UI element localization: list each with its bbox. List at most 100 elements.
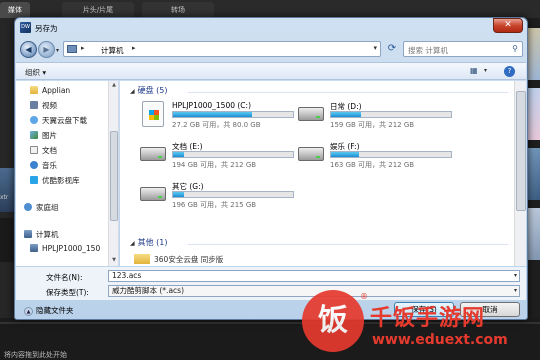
chevron-down-icon[interactable]: ▾ [514,271,517,281]
pictures-icon [30,131,38,139]
drive-item[interactable]: 文档 (E:) 194 GB 可用，共 212 GB [140,141,310,175]
search-input[interactable]: 搜索 计算机 ⚲ [403,41,523,57]
homegroup-icon [24,203,32,211]
dialog-title: 另存为 [35,24,58,33]
refresh-icon[interactable]: ⟳ [385,42,399,56]
save-fields: 文件名(N): 123.acs ▾ 保存类型(T): 威力酷剪脚本 (*.acs… [16,267,526,300]
search-icon[interactable]: ⚲ [512,44,518,53]
background-tab-bar: 媒体 片头/片尾 转场 [0,0,540,18]
navigation-bar: ◀ ▶ ▾ ▸ 计算机 ▸ ▾ ⟳ 搜索 计算机 ⚲ [15,38,527,60]
hard-drive-icon [298,147,324,161]
nav-item-homegroup[interactable]: 家庭组 [24,202,59,214]
collapse-triangle-icon[interactable]: ◢ [130,88,135,95]
group-header-other[interactable]: ◢ 其他 (1) [130,237,168,249]
group-header-hard-disks[interactable]: ◢ 硬盘 (5) [130,85,168,97]
drive-usage-bar [172,191,294,198]
drive-free-space: 27.2 GB 可用，共 80.0 GB [172,121,261,129]
nav-item-computer[interactable]: 计算机 [24,229,59,241]
drive-free-space: 163 GB 可用，共 212 GB [330,161,415,169]
nav-item-label: 音乐 [42,161,57,170]
group-header-label: 其他 (1) [137,238,168,247]
drive-usage-fill [173,112,253,117]
scrollbar-thumb[interactable] [110,131,118,221]
hide-folders-toggle[interactable]: ▲ 隐藏文件夹 [24,305,74,316]
background-drop-hint: 将内容拖到此处开始 [4,351,67,359]
chevron-down-icon[interactable]: ▾ [514,286,517,296]
group-divider [188,92,508,93]
drive-usage-bar [172,111,294,118]
drive-free-space: 194 GB 可用，共 212 GB [172,161,257,169]
drive-icon [30,244,38,252]
folder-icon [30,86,38,94]
drive-usage-bar [172,151,294,158]
nav-item-label: 计算机 [36,230,59,239]
command-toolbar: 组织 ▾ ▦ ▾ ? [16,62,526,80]
drive-usage-fill [331,152,359,157]
background-media-thumbnail [0,168,14,212]
filename-value: 123.acs [112,271,142,280]
nav-item-applian[interactable]: Applian [30,85,70,97]
watermark-url: www.eduext.com [372,332,508,348]
forward-button[interactable]: ▶ [38,41,55,58]
scroll-down-icon[interactable]: ▼ [110,257,118,263]
breadcrumb-computer[interactable]: 计算机 [101,45,124,56]
scrollbar-thumb[interactable] [516,91,526,211]
cloud-folder-icon [30,116,38,124]
drive-item[interactable]: 日常 (D:) 159 GB 可用，共 212 GB [298,101,468,135]
search-placeholder: 搜索 计算机 [408,46,448,55]
nav-pane-scrollbar[interactable]: ▲ ▼ [108,81,118,266]
organize-button[interactable]: 组织 ▾ [25,67,46,78]
nav-item-label: Applian [42,86,71,95]
address-dropdown-icon[interactable]: ▾ [373,44,377,52]
dialog-titlebar[interactable]: DW 另存为 ✕ [15,18,527,38]
filename-field[interactable]: 123.acs ▾ [108,270,520,282]
nav-item-music[interactable]: 音乐 [30,160,57,172]
registered-mark: ® [360,292,368,301]
nav-item-pictures[interactable]: 图片 [30,130,57,142]
tab-transitions[interactable]: 转场 [142,2,214,18]
drive-item[interactable]: HPLJP1000_1500 (C:) 27.2 GB 可用，共 80.0 GB [140,101,310,135]
tab-intro-outro[interactable]: 片头/片尾 [62,2,134,18]
help-icon[interactable]: ? [504,66,515,77]
computer-icon [67,45,77,53]
drive-item[interactable]: 其它 (G:) 196 GB 可用，共 215 GB [140,181,310,215]
close-button[interactable]: ✕ [493,18,523,33]
drive-free-space: 196 GB 可用，共 215 GB [172,201,257,209]
computer-icon [24,230,32,238]
youku-icon [30,176,38,184]
nav-item-label: 天翼云盘下载 [42,116,87,125]
chevron-up-icon: ▲ [24,307,33,316]
view-options-icon[interactable]: ▦ [470,66,478,75]
address-bar[interactable]: ▸ 计算机 ▸ ▾ [63,41,381,57]
background-media-thumbnail [0,218,14,262]
nav-item-documents[interactable]: 文档 [30,145,57,157]
tab-media[interactable]: 媒体 [0,2,30,18]
collapse-triangle-icon[interactable]: ◢ [130,240,135,247]
hard-drive-icon [140,187,166,201]
recent-pages-chevron-icon[interactable]: ▾ [56,47,59,54]
file-list-pane: ◢ 硬盘 (5) HPLJP1000_1500 (C:) 27.2 GB 可用，共… [120,81,526,266]
group-header-label: 硬盘 (5) [137,86,168,95]
filetype-value: 威力酷剪脚本 (*.acs) [112,286,184,295]
nav-item-drive-c[interactable]: HPLJP1000_150 [30,243,100,255]
drive-usage-bar [330,111,452,118]
breadcrumb-separator-icon[interactable]: ▸ [81,44,85,52]
group-divider [188,244,508,245]
breadcrumb-separator-icon[interactable]: ▸ [132,44,136,52]
documents-icon [30,146,38,154]
view-options-chevron-icon[interactable]: ▾ [484,67,487,74]
windows-logo-icon [149,110,159,120]
nav-item-cloud-downloads[interactable]: 天翼云盘下载 [30,115,87,127]
nav-item-videos[interactable]: 视频 [30,100,57,112]
scroll-up-icon[interactable]: ▲ [110,82,118,88]
list-item[interactable]: 360安全云盘 同步版 [134,254,223,265]
file-list-scrollbar[interactable] [514,81,526,266]
back-button[interactable]: ◀ [20,41,37,58]
music-icon [30,161,38,169]
watermark-logo: 饭 [302,290,364,352]
nav-item-youku[interactable]: 优酷影视库 [30,175,80,187]
nav-item-label: 视频 [42,101,57,110]
drive-item[interactable]: 娱乐 (F:) 163 GB 可用，共 212 GB [298,141,468,175]
filename-label: 文件名(N): [46,273,83,282]
save-as-dialog: DW 另存为 ✕ ◀ ▶ ▾ ▸ 计算机 ▸ ▾ ⟳ 搜索 计算机 ⚲ 组织 ▾… [14,17,528,320]
